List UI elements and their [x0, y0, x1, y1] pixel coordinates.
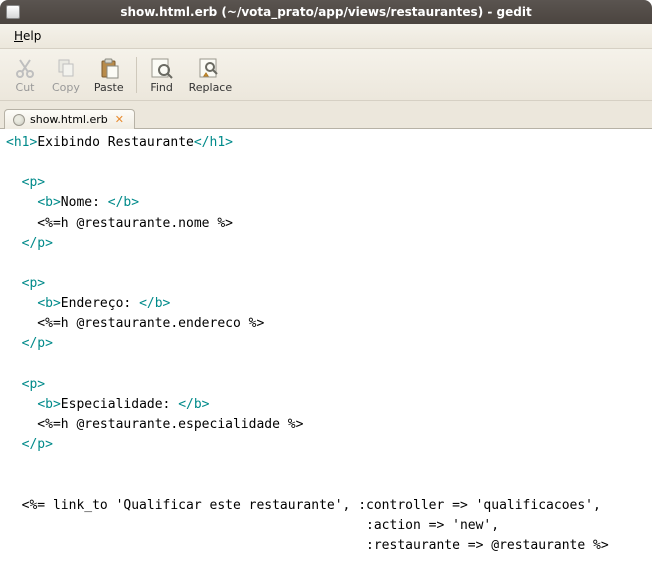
close-icon[interactable]: ✕: [113, 113, 126, 126]
toolbar: Cut Copy Paste Find: [0, 49, 652, 101]
paste-icon: [96, 55, 122, 81]
tabbar: show.html.erb ✕: [0, 101, 652, 129]
copy-label: Copy: [52, 81, 80, 94]
file-icon: [13, 114, 25, 126]
toolbar-separator: [136, 57, 137, 93]
app-icon: [6, 5, 20, 19]
find-button[interactable]: Find: [143, 53, 181, 96]
replace-icon: [197, 55, 223, 81]
menu-help[interactable]: Help: [6, 26, 49, 46]
cut-button[interactable]: Cut: [6, 53, 44, 96]
tab-label: show.html.erb: [30, 113, 108, 126]
replace-label: Replace: [189, 81, 233, 94]
editor-area[interactable]: <h1>Exibindo Restaurante</h1> <p> <b>Nom…: [0, 129, 652, 582]
paste-button[interactable]: Paste: [88, 53, 130, 96]
menu-help-rest: elp: [23, 29, 41, 43]
menubar: Help: [0, 24, 652, 49]
copy-icon: [53, 55, 79, 81]
replace-button[interactable]: Replace: [183, 53, 239, 96]
cut-label: Cut: [16, 81, 35, 94]
tab-active[interactable]: show.html.erb ✕: [4, 109, 135, 129]
find-label: Find: [150, 81, 173, 94]
paste-label: Paste: [94, 81, 124, 94]
window-title: show.html.erb (~/vota_prato/app/views/re…: [120, 5, 531, 19]
scissors-icon: [12, 55, 38, 81]
window-titlebar: show.html.erb (~/vota_prato/app/views/re…: [0, 0, 652, 24]
copy-button[interactable]: Copy: [46, 53, 86, 96]
find-icon: [149, 55, 175, 81]
